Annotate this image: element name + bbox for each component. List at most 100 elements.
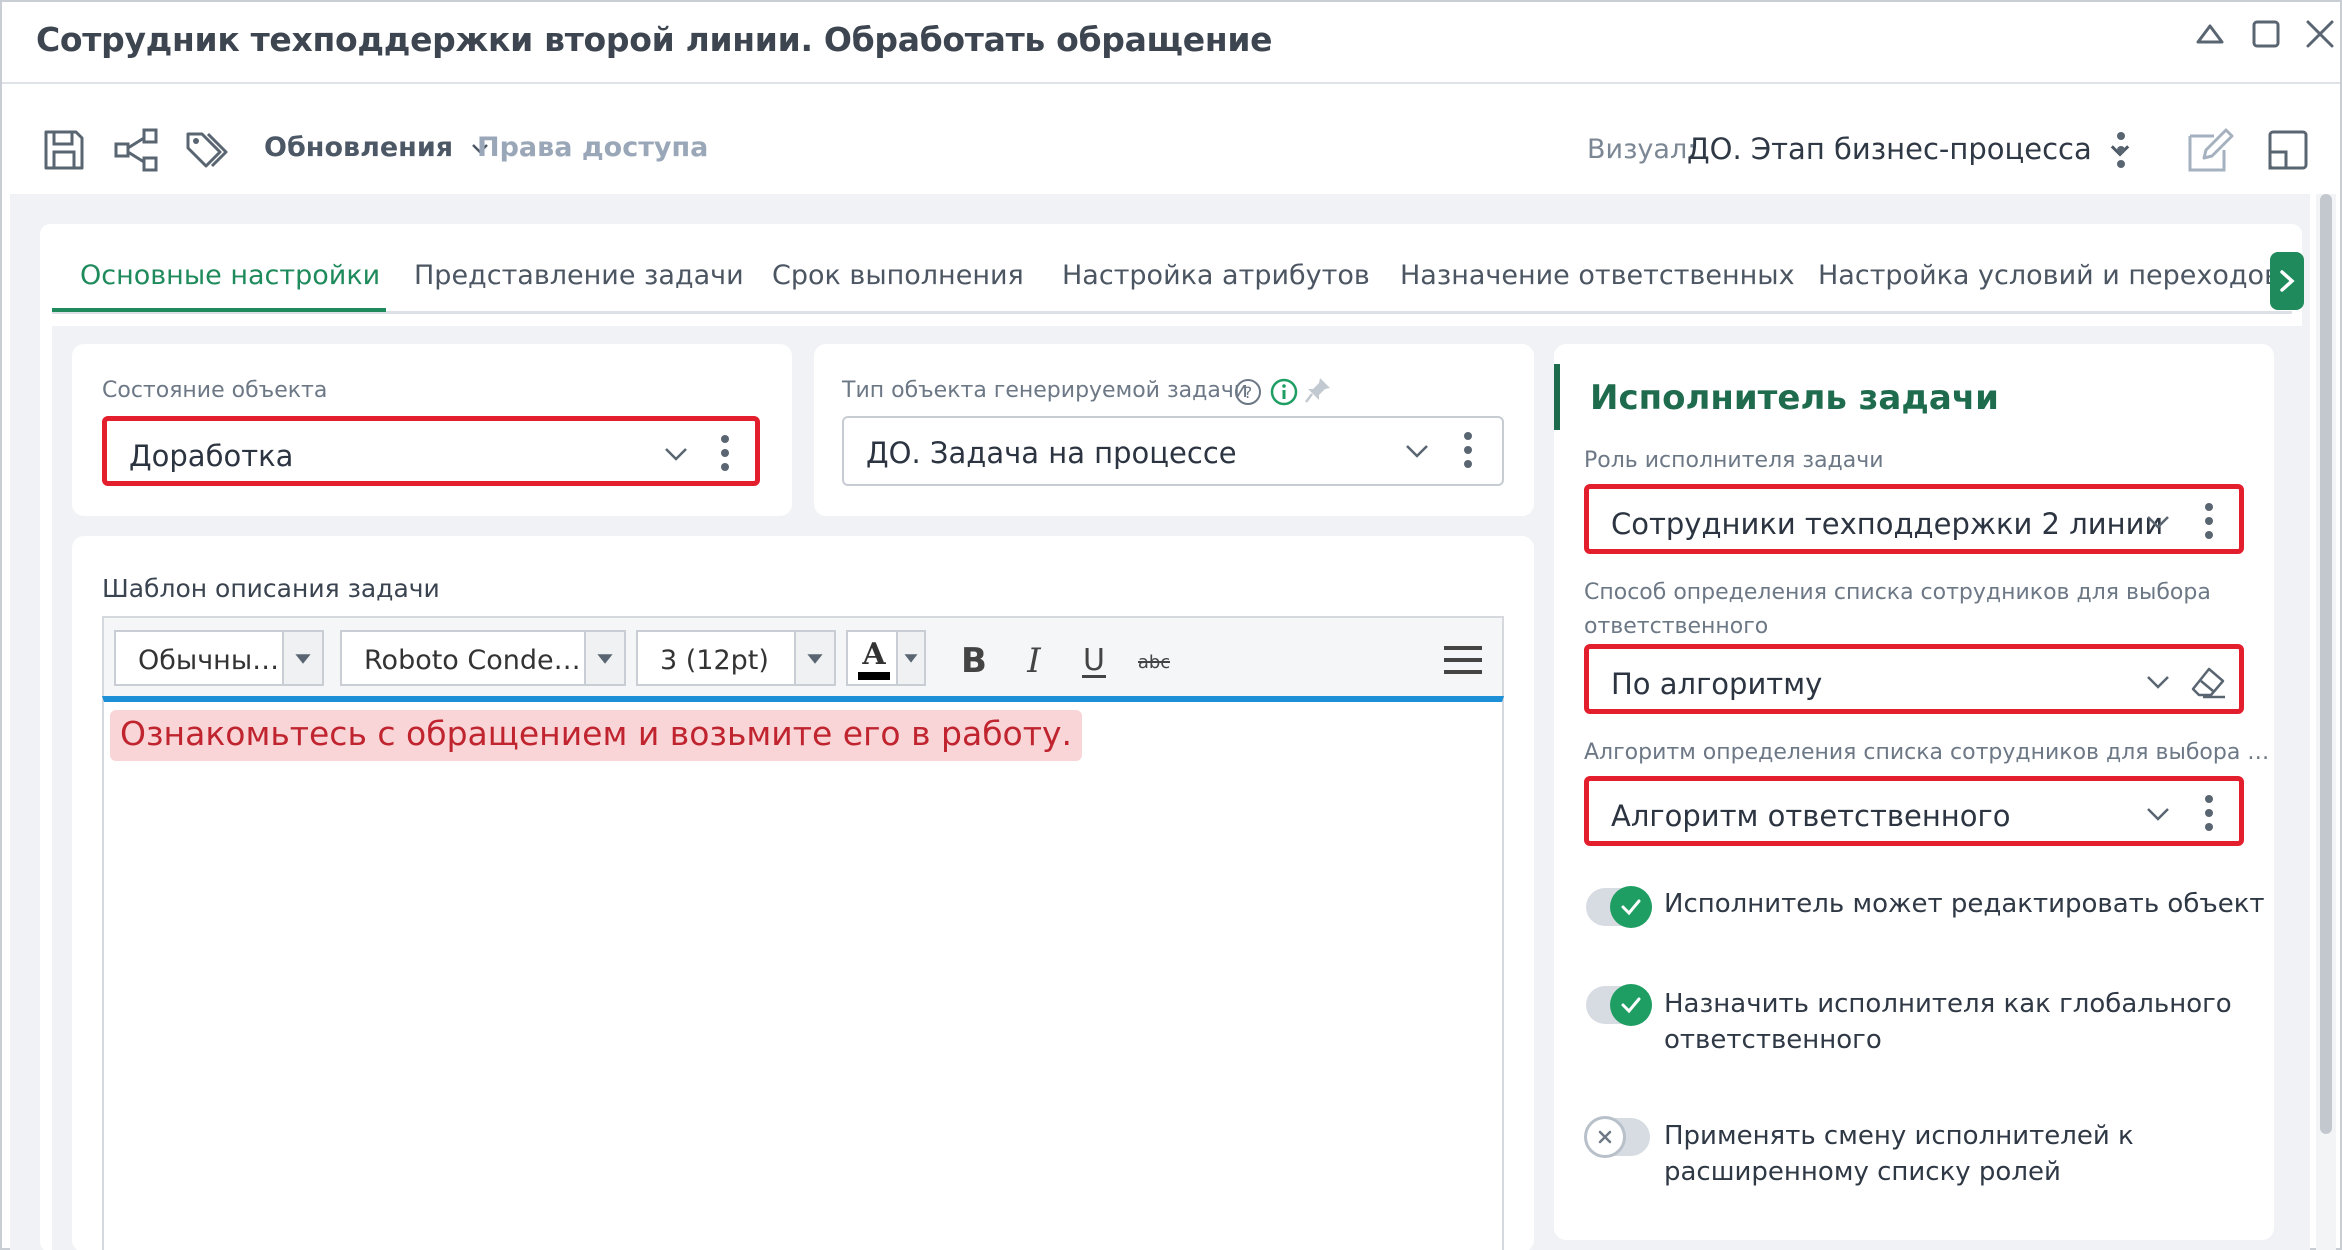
section-accent-bar <box>1554 364 1560 430</box>
caret-down-icon <box>794 632 834 684</box>
text-color-button[interactable]: A <box>846 630 926 686</box>
chevron-right-icon <box>2280 270 2295 292</box>
text-color-icon: A <box>852 632 896 684</box>
object-state-select[interactable]: Доработка <box>102 416 760 486</box>
font-family-select[interactable]: Roboto Conde… <box>340 630 626 686</box>
toggle-can-edit-label: Исполнитель может редактировать объект <box>1664 889 2265 919</box>
role-label: Роль исполнителя задачи <box>1584 448 1884 473</box>
title-bar: Сотрудник техподдержки второй линии. Обр… <box>2 2 2340 84</box>
close-icon[interactable] <box>2302 16 2338 52</box>
check-icon <box>1621 997 1641 1014</box>
toggle-extended-roles-label-line2: расширенному списку ролей <box>1664 1157 2061 1187</box>
more-vertical-icon[interactable] <box>2203 793 2215 833</box>
info-icon[interactable] <box>1270 378 1298 406</box>
maximize-icon[interactable] <box>2248 16 2284 52</box>
method-label-continued: ответственного <box>1584 614 1769 639</box>
bold-icon[interactable]: B <box>956 640 992 680</box>
more-vertical-icon[interactable] <box>1462 430 1474 470</box>
task-settings-window: Сотрудник техподдержки второй линии. Обр… <box>0 0 2342 1250</box>
algorithm-value: Алгоритм ответственного <box>1611 799 2011 833</box>
edit-icon[interactable] <box>2186 126 2234 174</box>
font-size-select[interactable]: 3 (12pt) <box>636 630 836 686</box>
toolbar: Обновления Права доступа Визуал: ДО. Эта… <box>2 86 2340 194</box>
task-type-select[interactable]: ДО. Задача на процессе <box>842 416 1504 486</box>
italic-icon[interactable]: I <box>1016 640 1052 680</box>
algorithm-label: Алгоритм определения списка сотрудников … <box>1584 740 2270 765</box>
access-rights-link[interactable]: Права доступа <box>477 132 708 163</box>
toggle-global-assignee-label: Назначить исполнителя как глобального от… <box>1664 986 2232 1058</box>
tab-attributes[interactable]: Настройка атрибутов <box>1062 260 1370 291</box>
window-title: Сотрудник техподдержки второй линии. Обр… <box>36 20 1273 59</box>
collapse-icon[interactable] <box>2192 16 2228 52</box>
toggle-global-assignee-label-line2: ответственного <box>1664 1025 1882 1055</box>
svg-text:U: U <box>1083 643 1105 678</box>
method-select[interactable]: По алгоритму <box>1584 644 2244 714</box>
editor-toolbar: Обычны… Roboto Conde… 3 (12pt) A B I U a… <box>102 616 1504 696</box>
tabs-scroll-right-button[interactable] <box>2270 252 2304 310</box>
tab-basic-settings[interactable]: Основные настройки <box>80 260 380 291</box>
share-icon[interactable] <box>112 126 160 174</box>
more-vertical-icon[interactable] <box>2203 501 2215 541</box>
updates-label: Обновления <box>264 132 454 163</box>
tab-task-view[interactable]: Представление задачи <box>414 260 744 291</box>
executor-title: Исполнитель задачи <box>1590 378 1999 418</box>
strikethrough-icon[interactable]: abc <box>1136 640 1172 680</box>
visual-value: ДО. Этап бизнес-процесса <box>1687 132 2092 166</box>
chevron-down-icon <box>2145 509 2171 535</box>
more-vertical-icon[interactable] <box>719 433 731 473</box>
toggle-global-assignee[interactable] <box>1586 984 1652 1026</box>
font-family-value: Roboto Conde… <box>364 645 581 676</box>
svg-text:B: B <box>961 641 987 680</box>
scrollbar-thumb[interactable] <box>2320 194 2332 1134</box>
help-icon[interactable]: ? <box>1234 378 1262 406</box>
scrollbar[interactable] <box>2316 194 2336 1250</box>
paragraph-style-value: Обычны… <box>138 645 280 676</box>
tab-conditions[interactable]: Настройка условий и переходов <box>1818 260 2280 291</box>
editor-content[interactable]: Ознакомьтесь с обращением и возьмите его… <box>102 696 1504 1250</box>
caret-down-icon <box>584 632 624 684</box>
font-size-value: 3 (12pt) <box>660 645 769 676</box>
eraser-icon[interactable] <box>2189 663 2227 701</box>
method-value: По алгоритму <box>1611 667 1823 701</box>
caret-down-icon <box>282 632 322 684</box>
caret-down-icon <box>896 632 924 684</box>
underline-icon[interactable]: U <box>1076 640 1112 680</box>
toggle-extended-roles-label-line1: Применять смену исполнителей к <box>1664 1121 2134 1151</box>
visual-label: Визуал: <box>1587 134 1697 165</box>
visual-select[interactable]: ДО. Этап бизнес-процесса <box>1687 132 2131 166</box>
chevron-down-icon <box>2145 801 2171 827</box>
toggle-extended-roles-label: Применять смену исполнителей к расширенн… <box>1664 1118 2134 1190</box>
toggle-can-edit[interactable] <box>1586 886 1652 928</box>
toggle-knob <box>1610 984 1652 1026</box>
object-state-label: Состояние объекта <box>102 378 328 403</box>
task-type-value: ДО. Задача на процессе <box>866 436 1237 470</box>
chevron-down-icon <box>1404 438 1430 464</box>
tab-assignees[interactable]: Назначение ответственных <box>1400 260 1795 291</box>
role-value: Сотрудники техподдержки 2 линии <box>1611 507 2164 541</box>
tab-deadline[interactable]: Срок выполнения <box>772 260 1024 291</box>
object-state-value: Доработка <box>129 439 294 473</box>
toggle-knob <box>1610 886 1652 928</box>
updates-menu[interactable]: Обновления <box>264 132 489 163</box>
x-icon <box>1598 1130 1612 1144</box>
more-vertical-icon[interactable] <box>2114 126 2128 174</box>
check-icon <box>1621 899 1641 916</box>
template-label: Шаблон описания задачи <box>102 574 440 603</box>
align-menu-icon[interactable] <box>1442 640 1484 680</box>
role-select[interactable]: Сотрудники техподдержки 2 линии <box>1584 484 2244 554</box>
tags-icon[interactable] <box>184 126 232 174</box>
editor-text: Ознакомьтесь с обращением и возьмите его… <box>110 710 1082 761</box>
layout-icon[interactable] <box>2264 126 2312 174</box>
pin-icon[interactable] <box>1304 376 1332 406</box>
paragraph-style-select[interactable]: Обычны… <box>114 630 324 686</box>
toggle-global-assignee-label-line1: Назначить исполнителя как глобального <box>1664 989 2232 1019</box>
tab-bar: Основные настройки Представление задачи … <box>52 240 2292 314</box>
svg-text:?: ? <box>1244 383 1253 402</box>
active-tab-indicator <box>52 308 386 312</box>
save-icon[interactable] <box>40 126 88 174</box>
svg-text:A: A <box>861 637 886 672</box>
chevron-down-icon <box>2145 669 2171 695</box>
toggle-extended-roles[interactable] <box>1584 1116 1650 1158</box>
method-label: Способ определения списка сотрудников дл… <box>1584 580 2211 605</box>
algorithm-select[interactable]: Алгоритм ответственного <box>1584 776 2244 846</box>
